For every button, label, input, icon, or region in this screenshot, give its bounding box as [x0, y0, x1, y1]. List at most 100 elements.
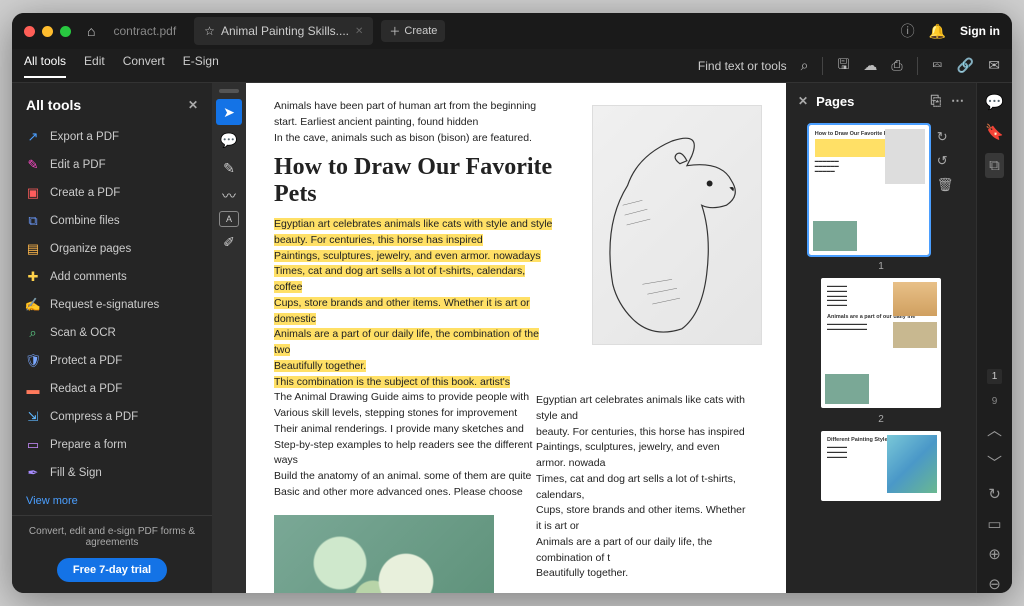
edit-icon: ✎	[26, 158, 40, 172]
page-down-icon[interactable]: ﹀	[987, 452, 1002, 473]
menu-all-tools[interactable]: All tools	[24, 54, 66, 78]
thumbnails-list: How to Draw Our Favorite Pets ▬▬▬▬▬▬▬▬▬▬…	[786, 119, 976, 593]
new-page-icon[interactable]: ⎘	[931, 93, 941, 109]
column-2-text: Egyptian art celebrates animals like cat…	[536, 393, 751, 582]
tab-label: contract.pdf	[113, 24, 176, 38]
tab-contract[interactable]: contract.pdf	[103, 17, 186, 45]
mail-icon[interactable]: ✉	[988, 57, 1000, 74]
save-icon[interactable]: 🖫	[837, 54, 849, 78]
minimize-window-button[interactable]	[42, 26, 53, 37]
titlebar-right: ⓘ 🔔 Sign in	[901, 21, 1000, 41]
pages-panel: ✕ Pages ⎘ ⋯ How to Draw Our Favorite Pet…	[786, 83, 976, 593]
close-sidebar-icon[interactable]: ✕	[188, 98, 198, 112]
menu-esign[interactable]: E-Sign	[183, 54, 219, 78]
highlighted-text: Egyptian art celebrates animals like cat…	[274, 217, 554, 390]
comment-icon: ✚	[26, 270, 40, 284]
menu-convert[interactable]: Convert	[123, 54, 165, 78]
link-icon[interactable]: 🔗	[957, 57, 974, 74]
thumbnails-icon[interactable]: ⧉	[985, 153, 1004, 178]
delete-page-icon[interactable]: 🗑	[937, 177, 954, 193]
sidebar-item-combine[interactable]: ⧉Combine files	[12, 207, 212, 235]
rotate-ccw-icon[interactable]: ↺	[937, 153, 954, 169]
view-more-link[interactable]: View more	[12, 487, 212, 515]
form-icon: ▭	[26, 438, 40, 452]
signin-button[interactable]: Sign in	[960, 24, 1000, 38]
sidebar-footer: Convert, edit and e-sign PDF forms & agr…	[12, 515, 212, 592]
toolstrip-handle[interactable]	[219, 89, 239, 93]
fit-icon[interactable]: ▭	[987, 515, 1001, 533]
menu-edit[interactable]: Edit	[84, 54, 105, 78]
plant-image	[274, 515, 494, 593]
rotate-cw-icon[interactable]: ↻	[937, 129, 954, 145]
body-text: The Animal Drawing Guide aims to provide…	[274, 390, 554, 500]
menubar-right: Find text or tools ⌕ 🖫 ☁ ⎙ ⮹ 🔗 ✉	[698, 54, 1000, 78]
page-thumbnail-1[interactable]: How to Draw Our Favorite Pets ▬▬▬▬▬▬▬▬▬▬…	[809, 125, 929, 255]
current-page[interactable]: 1	[987, 369, 1003, 384]
create-label: Create	[404, 25, 437, 37]
right-icon-strip: 💬 🔖 ⧉ 1 9 ︿ ﹀ ↻ ▭ ⊕ ⊖	[976, 83, 1012, 593]
sidebar-item-compress[interactable]: ⇲Compress a PDF	[12, 403, 212, 431]
sidebar-item-redact[interactable]: ▬Redact a PDF	[12, 375, 212, 403]
page-up-icon[interactable]: ︿	[987, 419, 1002, 440]
highlight-tool[interactable]: ✎	[216, 155, 242, 181]
plus-icon: ＋	[389, 23, 400, 39]
free-trial-button[interactable]: Free 7-day trial	[57, 558, 167, 582]
create-button[interactable]: ＋ Create	[381, 20, 445, 42]
sidebar-item-edit[interactable]: ✎Edit a PDF	[12, 151, 212, 179]
zoom-in-icon[interactable]: ⊕	[988, 545, 1001, 563]
titlebar: ⌂ contract.pdf ☆ Animal Painting Skills.…	[12, 13, 1012, 49]
menu-tabs: All tools Edit Convert E-Sign	[24, 54, 219, 78]
close-window-button[interactable]	[24, 26, 35, 37]
close-tab-icon[interactable]: ✕	[355, 26, 363, 37]
bookmark-icon[interactable]: 🔖	[985, 123, 1004, 141]
sidebar-item-fill-sign[interactable]: ✒Fill & Sign	[12, 459, 212, 487]
sidebar-item-esignatures[interactable]: ✍Request e-signatures	[12, 291, 212, 319]
home-icon[interactable]: ⌂	[87, 23, 95, 39]
sidebar-item-prepare-form[interactable]: ▭Prepare a form	[12, 431, 212, 459]
sidebar-item-protect[interactable]: 🛡Protect a PDF	[12, 347, 212, 375]
sidebar-item-export[interactable]: ↗Export a PDF	[12, 123, 212, 151]
share-icon[interactable]: ⮹	[932, 57, 943, 74]
create-pdf-icon: ▣	[26, 186, 40, 200]
maximize-window-button[interactable]	[60, 26, 71, 37]
help-icon[interactable]: ⓘ	[901, 21, 915, 41]
intro-text: Animals have been part of human art from…	[274, 99, 554, 146]
eraser-tool[interactable]: ✐	[216, 229, 242, 255]
annotation-toolstrip: ➤ 💬 ✎ 〰 A ✐	[212, 83, 246, 593]
comment-tool[interactable]: 💬	[216, 127, 242, 153]
cloud-icon[interactable]: ☁	[863, 57, 877, 74]
footer-text: Convert, edit and e-sign PDF forms & agr…	[26, 526, 198, 548]
print-icon[interactable]: ⎙	[891, 57, 902, 74]
thumb-1-label: 1	[878, 261, 884, 272]
sidebar-title: All tools	[26, 97, 81, 113]
search-icon[interactable]: ⌕	[801, 57, 809, 74]
thumbnail-controls: ↻ ↺ 🗑	[937, 125, 954, 193]
bell-icon[interactable]: 🔔	[929, 23, 946, 40]
tab-animal-painting[interactable]: ☆ Animal Painting Skills.... ✕	[194, 17, 373, 45]
rotate-icon[interactable]: ↻	[988, 485, 1001, 503]
document-viewport[interactable]: Animals have been part of human art from…	[246, 83, 786, 593]
scan-icon: ⌕	[26, 326, 40, 340]
redact-icon: ▬	[26, 382, 40, 396]
main-area: All tools ✕ ↗Export a PDF ✎Edit a PDF ▣C…	[12, 83, 1012, 593]
sidebar-item-create[interactable]: ▣Create a PDF	[12, 179, 212, 207]
page-thumbnail-2[interactable]: ▬▬▬▬▬▬▬▬▬▬▬▬▬▬▬▬▬▬▬▬▬▬▬▬▬ Animals are a …	[821, 278, 941, 408]
menubar: All tools Edit Convert E-Sign Find text …	[12, 49, 1012, 83]
sidebar-item-scan[interactable]: ⌕Scan & OCR	[12, 319, 212, 347]
app-window: ⌂ contract.pdf ☆ Animal Painting Skills.…	[12, 13, 1012, 593]
page-thumbnail-3[interactable]: Different Painting Styles ▬▬▬▬▬▬▬▬▬▬▬▬▬▬…	[821, 431, 941, 501]
close-pages-panel-icon[interactable]: ✕	[798, 94, 808, 108]
textbox-tool[interactable]: A	[219, 211, 239, 227]
all-tools-sidebar: All tools ✕ ↗Export a PDF ✎Edit a PDF ▣C…	[12, 83, 212, 593]
zoom-out-icon[interactable]: ⊖	[988, 575, 1001, 593]
draw-tool[interactable]: 〰	[216, 183, 242, 209]
signature-icon: ✍	[26, 298, 40, 312]
page-heading: How to Draw Our Favorite Pets	[274, 154, 554, 207]
sidebar-item-comments[interactable]: ✚Add comments	[12, 263, 212, 291]
thumb-2-label: 2	[878, 414, 884, 425]
fill-sign-icon: ✒	[26, 466, 40, 480]
more-icon[interactable]: ⋯	[951, 93, 964, 109]
sidebar-item-organize[interactable]: ▤Organize pages	[12, 235, 212, 263]
chat-icon[interactable]: 💬	[985, 93, 1004, 111]
select-tool[interactable]: ➤	[216, 99, 242, 125]
